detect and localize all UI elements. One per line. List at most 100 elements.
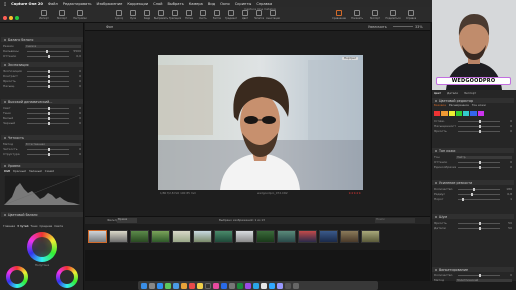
- capture-one-icon[interactable]: [205, 282, 211, 289]
- exposure-section-header[interactable]: Экспозиция: [1, 62, 83, 67]
- white-slider[interactable]: [27, 116, 69, 120]
- wb-kelvin-value[interactable]: 5500: [71, 49, 81, 53]
- safari-icon[interactable]: [157, 282, 163, 289]
- thumbnail[interactable]: [340, 230, 359, 243]
- noise-luma-row[interactable]: Яркость 50: [434, 221, 512, 225]
- shadows-value[interactable]: 0: [71, 111, 81, 115]
- tab-color[interactable]: Цвет: [434, 92, 441, 95]
- chrome-icon[interactable]: [261, 282, 267, 289]
- viewer-label[interactable]: Фон: [106, 25, 113, 29]
- thumbnail[interactable]: [235, 230, 254, 243]
- clarity-row[interactable]: Четкость 0: [3, 147, 81, 151]
- skin-hue-slider[interactable]: [458, 160, 500, 164]
- finder-icon[interactable]: [141, 282, 147, 289]
- menu-help[interactable]: Справка: [256, 2, 272, 6]
- apple-icon[interactable]: : [4, 2, 6, 6]
- menu-layer[interactable]: Слой: [153, 2, 162, 6]
- thumbnail[interactable]: [172, 230, 191, 243]
- toolbar-share-button[interactable]: Поделиться: [384, 10, 402, 23]
- skin-uniformity-row[interactable]: Единообразие 0: [434, 165, 512, 169]
- levels-tab-green[interactable]: Зеленый: [29, 170, 42, 173]
- toolbar-show-button[interactable]: Показать: [348, 10, 366, 23]
- skin-uniformity-value[interactable]: 0: [502, 165, 512, 169]
- tab-export[interactable]: Экспорт: [464, 92, 476, 95]
- toolbar-help-button[interactable]: Справка: [402, 10, 420, 23]
- menu-select[interactable]: Выбрать: [167, 2, 183, 6]
- swatch[interactable]: [448, 111, 455, 116]
- thumbnail[interactable]: [151, 230, 170, 243]
- wb-tint-value[interactable]: 0,0: [71, 54, 81, 58]
- toolbar-annotate-button[interactable]: Аннотация: [264, 10, 282, 23]
- toolbar-settings-button[interactable]: Настройки: [71, 10, 89, 23]
- sharp-threshold-slider[interactable]: [458, 197, 500, 201]
- highlights-row[interactable]: Свет 0: [3, 106, 81, 110]
- noise-header[interactable]: Шум: [432, 214, 514, 219]
- ce-saturation-slider[interactable]: [458, 124, 500, 128]
- photo-rating[interactable]: ★★★★★: [348, 191, 361, 195]
- levels-tab-blue[interactable]: Синий: [45, 170, 54, 173]
- hdr-section-header[interactable]: Высокий динамический...: [1, 99, 83, 104]
- black-slider[interactable]: [27, 121, 69, 125]
- ce-saturation-value[interactable]: 0: [502, 124, 512, 128]
- saturation-slider[interactable]: [27, 84, 69, 88]
- minimize-window-button[interactable]: [9, 16, 13, 20]
- noise-luma-slider[interactable]: [458, 221, 500, 225]
- thumbnail[interactable]: [193, 230, 212, 243]
- color-swatches[interactable]: [434, 111, 484, 116]
- launchpad-icon[interactable]: [149, 282, 155, 289]
- downloads-icon[interactable]: [285, 282, 291, 289]
- ce-saturation-row[interactable]: Насыщенность 0: [434, 124, 512, 128]
- close-window-button[interactable]: [3, 16, 7, 20]
- contrast-slider[interactable]: [27, 74, 69, 78]
- skin-tone-row[interactable]: Тон Нейтр.: [434, 155, 512, 159]
- ce-tab-skin[interactable]: Тон кожи: [472, 104, 486, 107]
- thumbnail[interactable]: [256, 230, 275, 243]
- facetime-icon[interactable]: [237, 282, 243, 289]
- levels-tab-rgb[interactable]: RGB: [4, 170, 10, 173]
- podcasts-icon[interactable]: [245, 282, 251, 289]
- swatch[interactable]: [477, 111, 484, 116]
- levels-section-header[interactable]: Уровни: [1, 163, 83, 168]
- calendar-icon[interactable]: [189, 282, 195, 289]
- vignette-amount-value[interactable]: 0: [502, 273, 512, 277]
- noise-detail-row[interactable]: Детали 50: [434, 226, 512, 230]
- wb-section-header[interactable]: Баланс белого: [1, 37, 83, 42]
- menu-window[interactable]: Окно: [220, 2, 230, 6]
- thumbnail[interactable]: [88, 230, 107, 243]
- brightness-slider[interactable]: [27, 79, 69, 83]
- highlights-slider[interactable]: [27, 106, 69, 110]
- vignette-header[interactable]: Виньетирование: [432, 267, 514, 272]
- menu-adjustments[interactable]: Коррекции: [127, 2, 148, 6]
- wb-tint-slider[interactable]: [27, 54, 69, 58]
- tab-details[interactable]: Детали: [447, 92, 458, 95]
- skin-hue-value[interactable]: 0: [502, 160, 512, 164]
- cb-tab-highlights[interactable]: Света: [54, 225, 63, 228]
- levels-histogram[interactable]: [4, 175, 80, 205]
- menu-view[interactable]: Вид: [208, 2, 215, 6]
- sharp-radius-slider[interactable]: [458, 192, 500, 196]
- thumbnail[interactable]: [214, 230, 233, 243]
- toolbar-export-button[interactable]: Экспорт: [53, 10, 71, 23]
- sharp-radius-value[interactable]: 0,8: [502, 192, 512, 196]
- skin-tone-select[interactable]: Нейтр.: [456, 155, 512, 159]
- skin-hue-row[interactable]: Оттенок 0: [434, 160, 512, 164]
- ce-tab-advanced[interactable]: Расширенное: [449, 104, 469, 107]
- premiere-icon[interactable]: [277, 282, 283, 289]
- telegram-icon[interactable]: [253, 282, 259, 289]
- ce-smooth-value[interactable]: 0: [502, 119, 512, 123]
- black-value[interactable]: 0: [71, 121, 81, 125]
- sharp-radius-row[interactable]: Радиус 0,8: [434, 192, 512, 196]
- white-row[interactable]: Белый 0: [3, 116, 81, 120]
- messages-icon[interactable]: [165, 282, 171, 289]
- vignette-method-row[interactable]: Метод Эллиптический: [434, 278, 512, 282]
- ce-lightness-row[interactable]: Яркость 0: [434, 129, 512, 133]
- ce-tab-basic[interactable]: Базовое: [434, 104, 446, 107]
- wb-mode-select[interactable]: Снимок: [25, 44, 81, 48]
- saturation-row[interactable]: Насыщ. 0: [3, 84, 81, 88]
- photos-icon[interactable]: [181, 282, 187, 289]
- saturation-value[interactable]: 0: [71, 84, 81, 88]
- zoom-slider[interactable]: [393, 26, 413, 27]
- skin-uniformity-slider[interactable]: [458, 165, 500, 169]
- swatch[interactable]: [434, 111, 441, 116]
- clarity-section-header[interactable]: Четкость: [1, 135, 83, 140]
